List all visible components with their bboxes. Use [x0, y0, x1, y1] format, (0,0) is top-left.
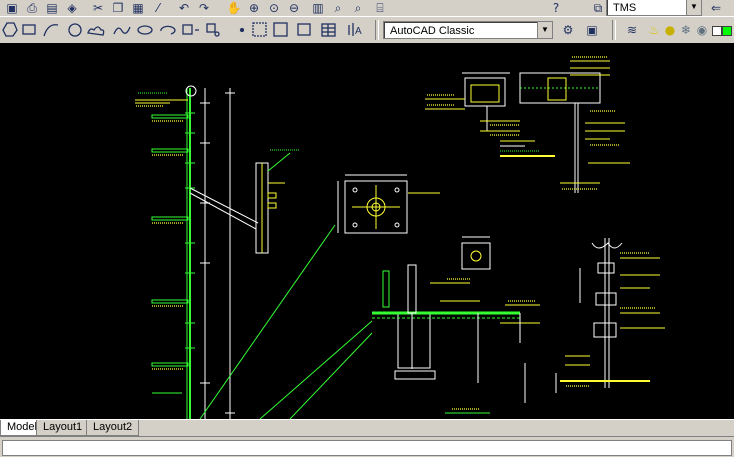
insert-block-icon — [182, 24, 193, 35]
polygon-icon — [2, 22, 18, 37]
toolbar-separator — [612, 20, 616, 40]
freeze-icon[interactable]: ❄ — [678, 22, 694, 38]
foundation-pit — [397, 312, 431, 369]
workspace-value: AutoCAD Classic — [390, 25, 475, 37]
redo-icon[interactable]: ↷ — [196, 0, 212, 16]
circle-icon — [68, 23, 82, 37]
point-icon — [239, 27, 245, 33]
design-center-icon[interactable]: ⌸ — [372, 0, 388, 16]
copy-icon[interactable]: ❐ — [110, 0, 126, 16]
lock-layer-icon[interactable]: ◉ — [694, 22, 710, 38]
toolbar-separator — [375, 20, 379, 40]
layer-color-swatch — [712, 26, 722, 36]
ellipse-arc-icon — [160, 25, 176, 35]
zoom-previous-icon[interactable]: ⊖ — [286, 0, 302, 16]
revcloud-icon — [87, 26, 105, 36]
rectangle-icon — [22, 24, 36, 35]
command-line — [0, 436, 734, 457]
lightbulb-icon[interactable]: ♨ — [646, 22, 662, 38]
cad-drawing — [135, 56, 665, 420]
chevron-down-icon[interactable]: ▼ — [537, 22, 552, 38]
arc-icon — [43, 24, 59, 37]
zoom-out-icon[interactable]: ⌕ — [350, 0, 366, 16]
layers-icon[interactable]: ≋ — [624, 22, 640, 38]
plot-icon[interactable]: ⎙ — [24, 0, 40, 16]
undo-icon[interactable]: ↶ — [176, 0, 192, 16]
guy-wire-2 — [259, 320, 373, 420]
zoom-in-icon[interactable]: ⌕ — [330, 0, 346, 16]
save-icon[interactable]: ▣ — [4, 0, 20, 16]
sun-icon[interactable]: ● — [662, 22, 678, 38]
svg-text:A: A — [355, 26, 362, 37]
small-detail — [461, 242, 491, 270]
command-input[interactable] — [2, 440, 732, 456]
tab-layout1[interactable]: Layout1 — [36, 420, 90, 436]
properties-icon[interactable]: ▥ — [310, 0, 326, 16]
workspace-settings-icon[interactable]: ⚙ — [560, 22, 576, 38]
layer-value: TMS — [613, 2, 637, 14]
make-block-icon — [206, 23, 216, 33]
zoom-window-icon[interactable]: ⊙ — [266, 0, 282, 16]
spline-icon — [113, 26, 131, 35]
lock-icon[interactable]: ▣ — [584, 22, 600, 38]
layer-manager-icon[interactable]: ⧉ — [590, 0, 606, 16]
layer-dropdown[interactable]: TMS ▼ — [606, 0, 702, 16]
layout-tabs: Model Layout1 Layout2 — [0, 419, 734, 436]
layer-previous-icon[interactable]: ⇐ — [708, 0, 724, 16]
help-icon[interactable]: ? — [548, 0, 564, 16]
hatch-icon — [252, 22, 267, 37]
bracket-arm — [189, 187, 259, 224]
gradient-icon — [273, 22, 288, 37]
tab-layout2[interactable]: Layout2 — [86, 420, 140, 436]
paste-icon[interactable]: ▦ — [130, 0, 146, 16]
chevron-down-icon[interactable]: ▼ — [686, 0, 701, 15]
publish-icon[interactable]: ◈ — [64, 0, 80, 16]
drawing-area[interactable] — [0, 43, 734, 420]
layer-color-swatch-green — [722, 26, 732, 36]
pan-icon[interactable]: ✋ — [226, 0, 242, 16]
draw-toolbar: A AutoCAD Classic ▼ ⚙ ▣ ≋ ♨ ● ❄ ◉ — [0, 16, 734, 44]
workspace-dropdown[interactable]: AutoCAD Classic ▼ — [383, 21, 553, 39]
cut-icon[interactable]: ✂ — [90, 0, 106, 16]
preview-icon[interactable]: ▤ — [44, 0, 60, 16]
zoom-realtime-icon[interactable]: ⊕ — [246, 0, 262, 16]
guy-wire-1 — [199, 224, 336, 420]
standard-toolbar: ▣ ⎙ ▤ ◈ ✂ ❐ ▦ ⁄ ↶ ↷ ✋ ⊕ ⊙ ⊖ ▥ ⌕ ⌕ ⌸ ? ⧉ … — [0, 0, 734, 17]
match-properties-icon[interactable]: ⁄ — [150, 0, 166, 16]
region-icon — [297, 23, 311, 36]
ellipse-icon — [137, 25, 153, 35]
